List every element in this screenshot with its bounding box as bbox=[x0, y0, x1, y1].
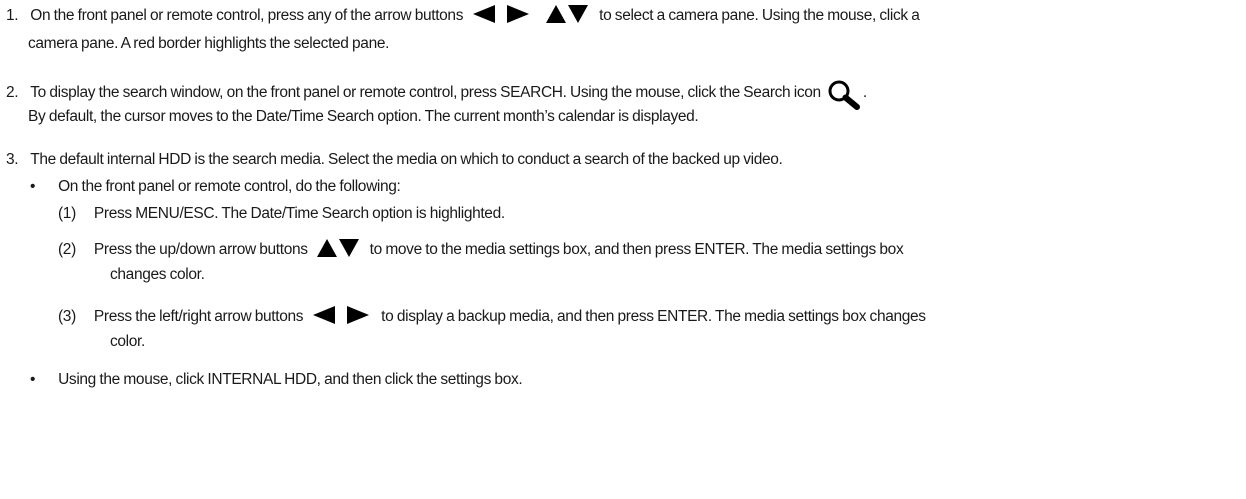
substep-3-line-1: (3) Press the left/right arrow buttons to … bbox=[58, 306, 926, 327]
arrow-right-icon bbox=[347, 306, 370, 324]
bullet-marker: • bbox=[30, 178, 36, 195]
arrow-left-icon bbox=[313, 306, 336, 324]
substep-number: (1) bbox=[58, 205, 76, 222]
step-text: On the front panel or remote control, pr… bbox=[30, 7, 464, 25]
bullet-text: On the front panel or remote control, do… bbox=[58, 178, 401, 195]
step-text: to select a camera pane. Using the mouse… bbox=[599, 7, 920, 25]
arrow-up-icon bbox=[546, 5, 567, 23]
substep-2-line-1: (2) Press the up/down arrow buttons to mov… bbox=[58, 239, 904, 260]
substep-number: (2) bbox=[58, 241, 76, 259]
step-2-line-1: 2. To display the search window, on the f… bbox=[6, 78, 867, 110]
substep-number: (3) bbox=[58, 308, 76, 326]
document-page: 1. On the front panel or remote control, … bbox=[0, 0, 1246, 499]
arrow-right-icon bbox=[507, 5, 530, 23]
step-text: The default internal HDD is the search m… bbox=[30, 151, 783, 168]
step-number: 3. bbox=[6, 151, 19, 168]
substep-text: Press the up/down arrow buttons bbox=[93, 241, 308, 259]
arrow-down-icon bbox=[338, 239, 359, 257]
step-number: 2. bbox=[6, 84, 19, 102]
arrow-up-icon bbox=[316, 239, 337, 257]
bullet-text: Using the mouse, click INTERNAL HDD, and… bbox=[58, 371, 523, 388]
step-1-line-2: camera pane. A red border highlights the… bbox=[28, 35, 390, 52]
substep-text: to display a backup media, and then pres… bbox=[381, 308, 926, 326]
substep-text: Press the left/right arrow buttons bbox=[93, 308, 304, 326]
substep-text: Press MENU/ESC. The Date/Time Search opt… bbox=[93, 205, 505, 222]
arrow-left-icon bbox=[473, 5, 496, 23]
substep-1: (1) Press MENU/ESC. The Date/Time Search … bbox=[58, 204, 505, 224]
arrow-down-icon bbox=[568, 5, 589, 23]
bullet-item: • On the front panel or remote control, d… bbox=[30, 177, 401, 197]
substep-3-line-2: color. bbox=[110, 333, 145, 350]
substep-2-line-2: changes color. bbox=[110, 266, 205, 283]
step-number: 1. bbox=[6, 7, 19, 25]
step-text: To display the search window, on the fro… bbox=[30, 84, 821, 102]
step-text: . bbox=[862, 84, 867, 102]
step-2-line-2: By default, the cursor moves to the Date… bbox=[28, 108, 699, 125]
step-1-line-1: 1. On the front panel or remote control, … bbox=[6, 5, 920, 26]
search-icon bbox=[828, 80, 860, 110]
bullet-marker: • bbox=[30, 371, 36, 388]
substep-text: to move to the media settings box, and t… bbox=[369, 241, 904, 259]
bullet-item: • Using the mouse, click INTERNAL HDD, an… bbox=[30, 370, 523, 390]
step-3-line-1: 3. The default internal HDD is the search… bbox=[6, 150, 783, 170]
